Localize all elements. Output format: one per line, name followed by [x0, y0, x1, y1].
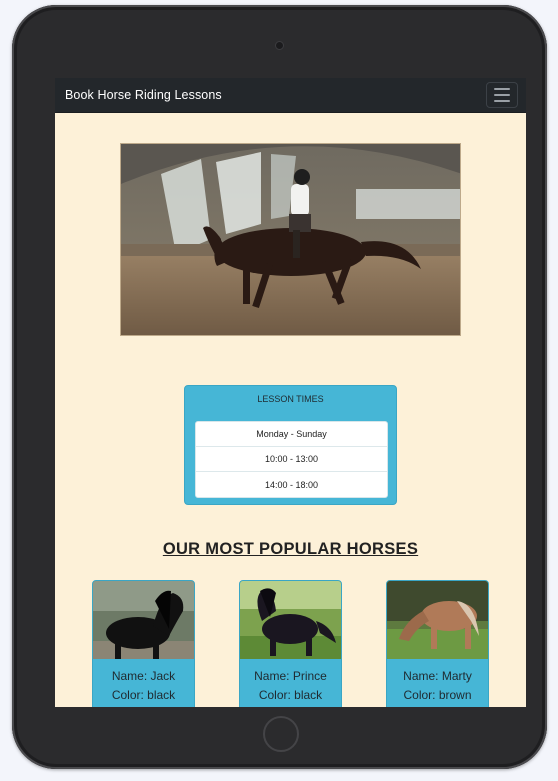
horse-rider-photo [121, 144, 460, 335]
tablet-frame: Book Horse Riding Lessons LESSON TIMES M… [12, 5, 547, 769]
camera-icon [275, 41, 284, 50]
horse-name-jack: Name: Jack [111, 669, 176, 683]
lesson-times-header: LESSON TIMES [257, 394, 324, 404]
horse-photo-marty [387, 581, 488, 659]
home-button[interactable] [263, 716, 299, 752]
lesson-times-list: Monday - Sunday 10:00 - 13:00 14:00 - 18… [195, 421, 388, 498]
lesson-times-days: Monday - Sunday [196, 422, 387, 447]
horse-card-prince: Name: Prince Color: black [239, 580, 342, 707]
horse-photo-prince [240, 581, 341, 659]
hamburger-menu-icon[interactable] [486, 82, 518, 108]
browser-viewport: Book Horse Riding Lessons LESSON TIMES M… [55, 78, 526, 707]
hero-image [120, 143, 461, 336]
brand-link[interactable]: Book Horse Riding Lessons [65, 88, 222, 102]
navbar: Book Horse Riding Lessons [55, 78, 526, 113]
horse-color-prince: Color: black [258, 688, 323, 702]
lesson-times-afternoon: 14:00 - 18:00 [264, 479, 319, 490]
horse-color-marty: Color: brown [403, 688, 472, 702]
horse-name-marty: Name: Marty [403, 669, 472, 683]
popular-horses-title: OUR MOST POPULAR HORSES [162, 540, 419, 558]
lesson-times-card: LESSON TIMES Monday - Sunday 10:00 - 13:… [184, 385, 397, 505]
horse-color-jack: Color: black [111, 688, 176, 702]
horse-photo-jack [93, 581, 194, 659]
lesson-times-morning: 10:00 - 13:00 [196, 447, 387, 472]
horse-card-jack: Name: Jack Color: black [92, 580, 195, 707]
horse-name-prince: Name: Prince [254, 669, 327, 683]
horse-card-marty: Name: Marty Color: brown [386, 580, 489, 707]
